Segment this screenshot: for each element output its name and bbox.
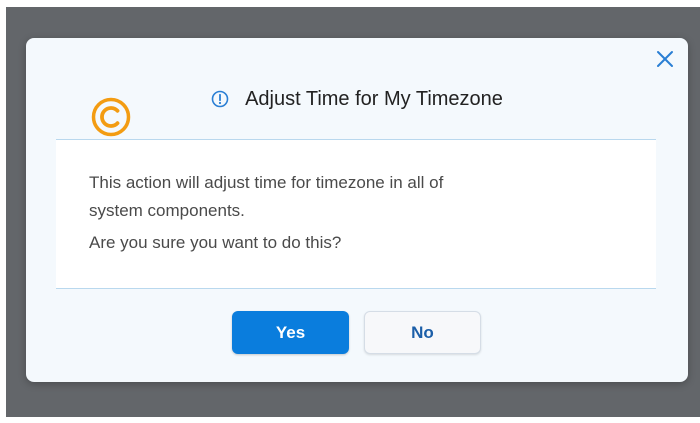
no-button[interactable]: No xyxy=(364,311,481,354)
close-icon[interactable] xyxy=(656,50,674,68)
confirm-dialog: Adjust Time for My Timezone This action … xyxy=(26,38,688,382)
message-line-2: system components. xyxy=(89,201,245,220)
message-line-3: Are you sure you want to do this? xyxy=(89,233,342,252)
dialog-body: This action will adjust time for timezon… xyxy=(56,139,656,289)
page-edge xyxy=(0,417,700,423)
info-icon xyxy=(211,90,229,108)
message-line-1: This action will adjust time for timezon… xyxy=(89,173,444,192)
dialog-title: Adjust Time for My Timezone xyxy=(245,87,503,110)
copyright-icon xyxy=(91,97,131,137)
yes-button[interactable]: Yes xyxy=(232,311,349,354)
